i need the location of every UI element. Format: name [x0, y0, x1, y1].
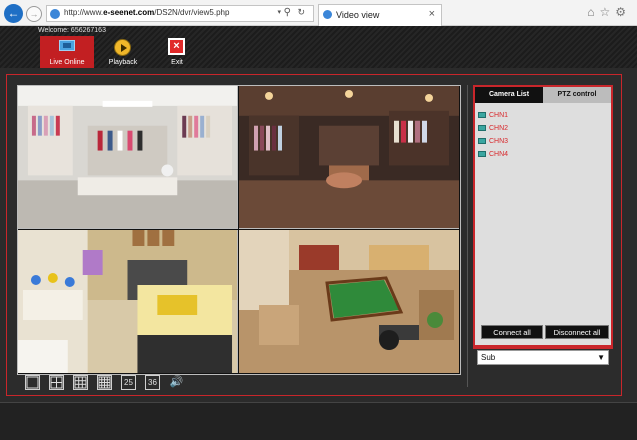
camera-3-feed — [18, 230, 237, 373]
forward-arrow-icon[interactable]: → — [26, 6, 42, 22]
connect-all-button[interactable]: Connect all — [481, 325, 543, 339]
channel-label: CHN2 — [489, 125, 509, 132]
camera-icon — [478, 138, 486, 144]
close-icon[interactable]: × — [429, 8, 435, 20]
chevron-down-icon[interactable]: ▾ — [277, 8, 281, 16]
layout-36-button[interactable]: 36 — [145, 375, 160, 390]
disconnect-all-button[interactable]: Disconnect all — [545, 325, 609, 339]
playback-button[interactable]: Playback — [96, 36, 150, 68]
main-frame: 25 36 🔊 Camera List PTZ control CHN1 CHN… — [6, 74, 622, 396]
layout-16-button[interactable] — [97, 375, 112, 390]
ie-favicon-icon — [50, 9, 60, 19]
grid-4-icon — [50, 376, 63, 389]
live-online-button[interactable]: Live Online — [40, 36, 94, 68]
channel-item-2[interactable]: CHN2 — [478, 122, 508, 135]
camera-view-3[interactable] — [18, 230, 238, 373]
camera-view-2[interactable] — [239, 86, 459, 229]
home-icon[interactable]: ⌂ — [587, 5, 599, 19]
footer-bar — [0, 402, 637, 440]
camera-1-feed — [18, 86, 237, 228]
channel-label: CHN1 — [489, 112, 509, 119]
grid-9-icon — [74, 376, 87, 389]
browser-tool-icons: ⌂☆⚙ — [587, 5, 631, 19]
search-icon[interactable]: ⚲ — [284, 7, 291, 18]
ie-favicon-icon — [323, 10, 332, 19]
channel-item-3[interactable]: CHN3 — [478, 135, 508, 148]
refresh-icon[interactable]: ↻ — [297, 7, 305, 18]
stream-type-select[interactable]: Sub ▼ — [477, 350, 609, 365]
layout-25-button[interactable]: 25 — [121, 375, 136, 390]
layout-9-button[interactable] — [73, 375, 88, 390]
gear-icon[interactable]: ⚙ — [615, 5, 631, 19]
panel-tabs: Camera List PTZ control — [475, 87, 611, 103]
channel-label: CHN3 — [489, 138, 509, 145]
back-arrow-icon[interactable]: ← — [4, 4, 23, 23]
play-icon — [114, 39, 131, 56]
camera-2-feed — [239, 86, 459, 228]
camera-icon — [478, 112, 486, 118]
welcome-text: Welcome: 656267163 — [38, 27, 106, 34]
layout-selector: 25 36 🔊 — [25, 375, 235, 395]
tab-camera-list[interactable]: Camera List — [475, 87, 543, 103]
address-bar[interactable]: http://www.e-seenet.com/DS2N/dvr/view5.p… — [46, 5, 314, 22]
app-root: ← → http://www.e-seenet.com/DS2N/dvr/vie… — [0, 0, 637, 440]
video-grid — [17, 85, 461, 375]
channel-list: CHN1 CHN2 CHN3 CHN4 — [478, 109, 508, 161]
panel-divider — [467, 85, 468, 387]
camera-view-4[interactable] — [239, 230, 459, 373]
camera-icon — [478, 125, 486, 131]
stream-type-value: Sub — [481, 353, 496, 362]
chevron-down-icon: ▼ — [597, 353, 605, 362]
channel-item-4[interactable]: CHN4 — [478, 148, 508, 161]
address-url: http://www.e-seenet.com/DS2N/dvr/view5.p… — [64, 8, 229, 17]
grid-16-icon — [98, 376, 111, 389]
channel-item-1[interactable]: CHN1 — [478, 109, 508, 122]
url-prefix: http://www. — [64, 8, 104, 17]
panel-accent-bar — [473, 345, 613, 349]
camera-view-1[interactable] — [18, 86, 238, 229]
star-icon[interactable]: ☆ — [599, 5, 615, 19]
camera-panel: Camera List PTZ control CHN1 CHN2 CHN3 C… — [473, 85, 613, 347]
channel-label: CHN4 — [489, 151, 509, 158]
tab-title: Video view — [336, 10, 380, 20]
camera-4-feed — [239, 230, 459, 373]
layout-1-button[interactable] — [25, 375, 40, 390]
exit-label: Exit — [171, 59, 183, 66]
single-view-icon — [26, 376, 39, 389]
layout-4-button[interactable] — [49, 375, 64, 390]
tab-ptz-control[interactable]: PTZ control — [543, 87, 611, 103]
browser-bar: ← → http://www.e-seenet.com/DS2N/dvr/vie… — [0, 0, 637, 26]
browser-tab[interactable]: Video view × — [318, 4, 442, 26]
url-path: /DS2N/dvr/view5.php — [154, 8, 230, 17]
camera-icon — [478, 151, 486, 157]
url-domain: e-seenet.com — [103, 8, 155, 17]
exit-x-icon: × — [168, 38, 185, 55]
playback-label: Playback — [108, 59, 138, 66]
monitor-icon — [59, 40, 75, 51]
exit-button[interactable]: × Exit — [150, 36, 204, 68]
live-online-label: Live Online — [49, 59, 85, 66]
speaker-icon[interactable]: 🔊 — [169, 375, 184, 390]
